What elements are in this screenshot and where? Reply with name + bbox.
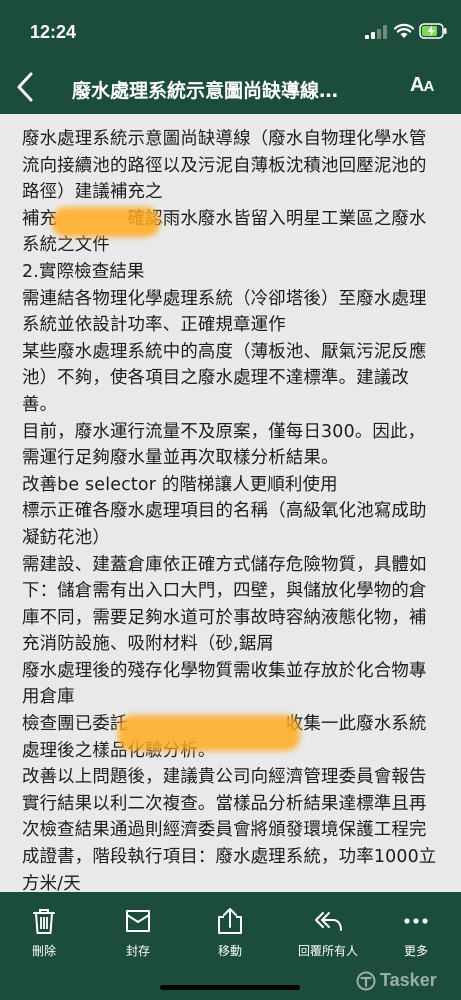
watermark-text: Tasker: [380, 970, 437, 990]
message-body[interactable]: 廢水處理系統示意圖尚缺導線（廢水自物理化學水管流向接續池的路徑以及污泥自薄板沈積…: [0, 114, 461, 892]
move-label: 移動: [217, 944, 242, 958]
message-body-text: 廢水處理系統示意圖尚缺導線（廢水自物理化學水管流向接續池的路徑以及污泥自薄板沈積…: [22, 129, 437, 892]
redaction-mark: [118, 715, 300, 751]
back-button[interactable]: [10, 70, 40, 104]
archive-box-icon: [126, 910, 150, 932]
home-indicator: [160, 985, 300, 990]
battery-charging-icon: [419, 23, 447, 39]
delete-label: 刪除: [31, 944, 56, 958]
chevron-left-icon: [17, 72, 33, 102]
tasker-watermark: Tasker: [356, 970, 437, 991]
status-time: 12:24: [30, 22, 77, 42]
wifi-icon: [394, 23, 414, 38]
status-bar: 12:24: [0, 0, 461, 60]
reply-all-label: 回覆所有人: [297, 944, 358, 958]
archive-label: 封存: [125, 944, 150, 958]
more-label: 更多: [403, 944, 428, 958]
ellipsis-icon: [404, 918, 428, 924]
cellular-signal-icon: [365, 25, 387, 39]
redaction-mark: [52, 207, 160, 237]
reply-all-icon: [315, 912, 342, 931]
delete-button[interactable]: 刪除: [8, 906, 80, 966]
trash-icon: [33, 909, 55, 934]
text-size-button[interactable]: AA: [410, 74, 434, 97]
reply-all-button[interactable]: 回覆所有人: [286, 906, 370, 966]
message-subject-title: 廢水處理系統示意圖尚缺導線…: [72, 80, 339, 102]
move-folder-icon: [218, 908, 242, 934]
more-button[interactable]: 更多: [380, 906, 452, 966]
tasker-logo-icon: [356, 971, 376, 990]
move-button[interactable]: 移動: [194, 906, 266, 966]
text-size-small-glyph: A: [423, 78, 435, 95]
nav-bar: 廢水處理系統示意圖尚缺導線… AA: [0, 60, 461, 114]
archive-button[interactable]: 封存: [102, 906, 174, 966]
